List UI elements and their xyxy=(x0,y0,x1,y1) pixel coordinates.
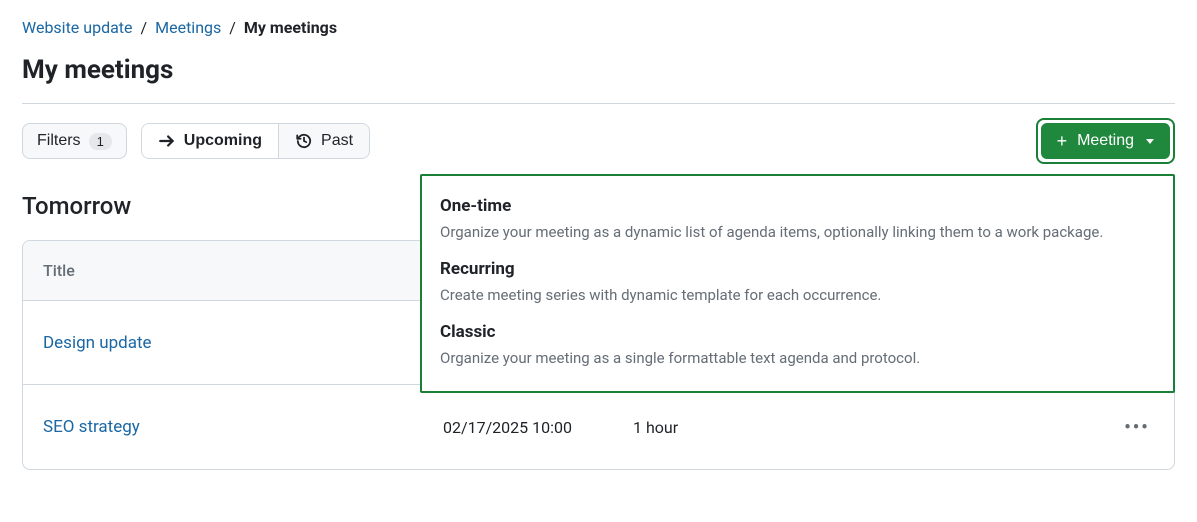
meeting-duration-cell: 1 hour xyxy=(633,418,1094,437)
meeting-title-cell: Design update xyxy=(43,333,443,353)
toolbar-left: Filters 1 Upcoming Past xyxy=(22,123,370,159)
meeting-button-highlight: + Meeting xyxy=(1036,118,1175,164)
breadcrumb-separator: / xyxy=(141,18,148,37)
dropdown-item-title: Classic xyxy=(440,322,1155,342)
add-meeting-button[interactable]: + Meeting xyxy=(1041,123,1170,159)
tab-upcoming-label: Upcoming xyxy=(184,132,262,150)
dropdown-item-title: One-time xyxy=(440,196,1155,216)
plus-icon: + xyxy=(1057,132,1068,150)
caret-down-icon xyxy=(1146,139,1154,144)
kebab-icon: ••• xyxy=(1124,417,1149,438)
breadcrumb-module-link[interactable]: Meetings xyxy=(155,18,221,37)
meeting-link[interactable]: Design update xyxy=(43,333,152,353)
filters-count-badge: 1 xyxy=(89,133,112,150)
breadcrumb-separator: / xyxy=(229,18,236,37)
add-meeting-label: Meeting xyxy=(1077,132,1134,150)
dropdown-item-classic[interactable]: Classic Organize your meeting as a singl… xyxy=(440,314,1155,377)
tab-upcoming[interactable]: Upcoming xyxy=(141,123,279,159)
toolbar-right: + Meeting xyxy=(1036,118,1175,164)
toolbar: Filters 1 Upcoming Past + Meeting xyxy=(22,118,1175,164)
dropdown-item-desc: Organize your meeting as a single format… xyxy=(440,348,1155,369)
breadcrumb-project-link[interactable]: Website update xyxy=(22,18,133,37)
dropdown-item-recurring[interactable]: Recurring Create meeting series with dyn… xyxy=(440,251,1155,314)
dropdown-item-desc: Create meeting series with dynamic templ… xyxy=(440,285,1155,306)
column-header-title: Title xyxy=(43,261,443,280)
arrow-right-icon xyxy=(158,132,176,150)
filters-label: Filters xyxy=(37,132,81,150)
meeting-type-dropdown: One-time Organize your meeting as a dyna… xyxy=(420,174,1175,393)
divider xyxy=(22,103,1175,104)
filters-button[interactable]: Filters 1 xyxy=(22,123,127,159)
dropdown-item-desc: Organize your meeting as a dynamic list … xyxy=(440,222,1155,243)
dropdown-item-one-time[interactable]: One-time Organize your meeting as a dyna… xyxy=(440,188,1155,251)
meeting-link[interactable]: SEO strategy xyxy=(43,417,140,437)
dropdown-item-title: Recurring xyxy=(440,259,1155,279)
meeting-date-cell: 02/17/2025 10:00 xyxy=(443,418,633,437)
tab-past[interactable]: Past xyxy=(279,123,370,159)
row-actions: ••• xyxy=(1094,412,1154,442)
row-actions-menu-button[interactable]: ••• xyxy=(1120,412,1154,442)
breadcrumb-current: My meetings xyxy=(244,18,337,37)
history-icon xyxy=(295,132,313,150)
page-title: My meetings xyxy=(22,55,1175,85)
tab-past-label: Past xyxy=(321,132,353,150)
meeting-title-cell: SEO strategy xyxy=(43,417,443,437)
breadcrumb: Website update / Meetings / My meetings xyxy=(22,18,1175,37)
table-row: SEO strategy 02/17/2025 10:00 1 hour ••• xyxy=(23,385,1174,469)
time-segmented-control: Upcoming Past xyxy=(141,123,370,159)
